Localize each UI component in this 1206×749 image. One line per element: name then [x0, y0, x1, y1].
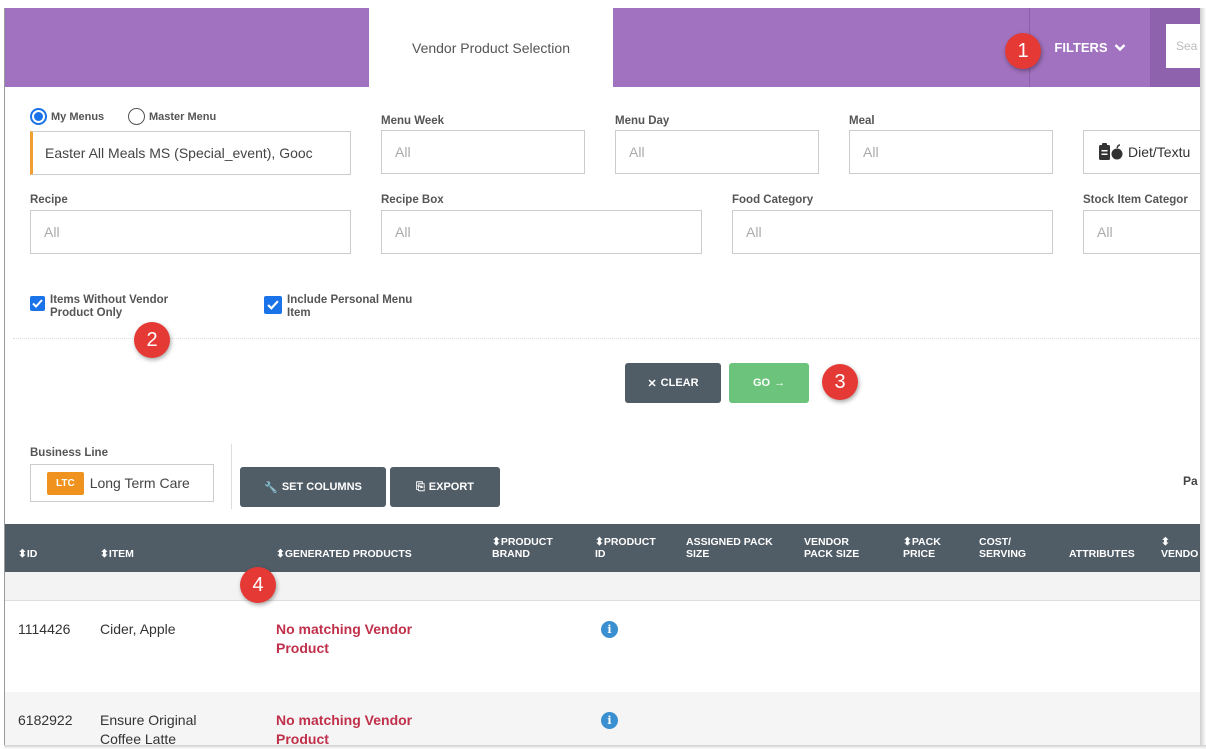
column-header-assigned-pack-size[interactable]: ASSIGNED PACK SIZE — [686, 536, 773, 560]
business-line-select[interactable]: LTC Long Term Care — [30, 464, 214, 502]
checkmark-icon — [264, 296, 282, 314]
column-header-attributes[interactable]: ATTRIBUTES — [1069, 548, 1135, 560]
recipe-box-select[interactable]: All — [381, 210, 702, 254]
chevron-down-icon — [1114, 44, 1125, 52]
radio-my-menus[interactable]: My Menus — [30, 108, 104, 125]
callout-badge-2: 2 — [134, 322, 170, 358]
food-category-select[interactable]: All — [732, 210, 1053, 254]
vertical-separator — [231, 444, 232, 509]
clipboard-apple-icon — [1099, 143, 1123, 160]
cell-id: 6182922 — [18, 712, 73, 728]
export-label: EXPORT — [428, 481, 475, 493]
clear-button[interactable]: ✕ CLEAR — [625, 363, 721, 403]
column-header-generated-products[interactable]: ⬍GENERATED PRODUCTS — [276, 548, 412, 560]
menu-select[interactable]: Easter All Meals MS (Special_event), Goo… — [30, 131, 351, 175]
column-header-product-brand[interactable]: ⬍PRODUCT BRAND — [492, 536, 553, 560]
close-icon: ✕ — [647, 377, 657, 390]
filters-label: FILTERS — [1054, 40, 1108, 55]
checkmark-icon — [30, 296, 45, 311]
tab-label: Vendor Product Selection — [412, 39, 570, 56]
business-line-label: Business Line — [30, 447, 108, 459]
checkbox-label-line1: Items Without Vendor — [50, 294, 169, 306]
sort-icon: ⬍ — [1161, 536, 1170, 548]
diet-texture-label: Diet/Textu — [1128, 144, 1191, 160]
sort-icon: ⬍ — [18, 548, 27, 560]
radio-unselected-icon — [128, 108, 145, 125]
checkbox-label-line1: Include Personal Menu — [287, 294, 413, 306]
tab-vendor-product-selection[interactable]: Vendor Product Selection — [369, 8, 613, 87]
sort-icon: ⬍ — [276, 548, 285, 560]
table-header: ⬍ID ⬍ITEM ⬍GENERATED PRODUCTS ⬍PRODUCT BR… — [5, 524, 1201, 572]
food-category-label: Food Category — [732, 194, 814, 206]
app-window: Vendor Product Selection FILTERS Sea My … — [4, 8, 1201, 746]
column-header-product-id[interactable]: ⬍PRODUCT ID — [595, 536, 656, 560]
recipe-box-label: Recipe Box — [381, 194, 444, 206]
recipe-select[interactable]: All — [30, 210, 351, 254]
ltc-badge: LTC — [47, 471, 84, 495]
callout-badge-4: 4 — [240, 567, 276, 603]
arrow-right-icon: → — [774, 377, 786, 389]
column-header-cost-serving[interactable]: COST/SERVING — [979, 536, 1026, 560]
cell-item: Cider, Apple — [100, 621, 176, 637]
sort-icon: ⬍ — [595, 536, 604, 548]
meal-select[interactable]: All — [849, 130, 1053, 174]
include-personal-menu-checkbox[interactable]: Include Personal Menu Item — [264, 294, 412, 320]
menu-day-select[interactable]: All — [615, 130, 819, 174]
column-header-pack-price[interactable]: ⬍PACK PRICE — [903, 536, 941, 560]
search-area: Sea — [1150, 8, 1201, 87]
cell-item: Ensure Original Coffee Latte — [100, 712, 197, 746]
go-button[interactable]: GO → — [729, 363, 809, 403]
wrench-icon: 🔧 — [264, 481, 278, 494]
info-icon[interactable]: i — [601, 712, 618, 729]
filters-toggle-button[interactable]: FILTERS — [1029, 8, 1150, 87]
menu-week-label: Menu Week — [381, 115, 445, 127]
cell-generated-products: No matching Vendor Product — [276, 621, 413, 656]
info-icon[interactable]: i — [601, 621, 618, 638]
cell-id: 1114426 — [18, 621, 71, 637]
column-header-id[interactable]: ⬍ID — [18, 548, 37, 560]
search-input[interactable]: Sea — [1166, 24, 1201, 68]
column-header-item[interactable]: ⬍ITEM — [100, 548, 134, 560]
radio-master-menu-label: Master Menu — [149, 110, 217, 123]
menu-week-select[interactable]: All — [381, 130, 585, 174]
checkbox-label-line2: Item — [287, 307, 311, 319]
window-shadow — [4, 745, 1206, 749]
callout-badge-1: 1 — [1005, 33, 1041, 69]
go-button-label: GO — [752, 377, 771, 389]
meal-label: Meal — [849, 115, 875, 127]
column-header-vendor-pack-size[interactable]: VENDOR PACK SIZE — [804, 536, 859, 560]
sort-icon: ⬍ — [903, 536, 912, 548]
menu-day-label: Menu Day — [615, 115, 670, 127]
checkbox-label-line2: Product Only — [50, 307, 123, 319]
table-row[interactable]: 1114426 Cider, Apple No matching Vendor P… — [5, 601, 1201, 693]
set-columns-button[interactable]: 🔧 SET COLUMNS — [240, 467, 386, 507]
table-row[interactable]: 6182922 Ensure Original Coffee Latte No m… — [5, 692, 1201, 746]
radio-my-menus-label: My Menus — [51, 110, 105, 123]
business-line-value: Long Term Care — [89, 475, 190, 491]
export-icon: ⎘ — [415, 480, 425, 493]
stock-item-category-label: Stock Item Categor — [1083, 194, 1188, 206]
window-shadow — [1200, 8, 1206, 749]
radio-master-menu[interactable]: Master Menu — [128, 108, 216, 125]
items-without-vendor-checkbox[interactable]: Items Without Vendor Product Only — [30, 294, 168, 320]
radio-selected-icon — [30, 108, 47, 125]
sort-icon: ⬍ — [100, 548, 109, 560]
stock-item-category-select[interactable]: All — [1083, 210, 1201, 254]
export-button[interactable]: ⎘ EXPORT — [390, 467, 500, 507]
pagination-label: Pa — [1183, 474, 1198, 488]
section-divider — [13, 338, 1201, 339]
callout-badge-3: 3 — [822, 364, 858, 400]
column-header-vendor[interactable]: ⬍ VENDO — [1161, 536, 1198, 560]
recipe-label: Recipe — [30, 194, 68, 206]
set-columns-label: SET COLUMNS — [281, 481, 362, 493]
clear-button-label: CLEAR — [660, 377, 699, 389]
sort-icon: ⬍ — [492, 536, 501, 548]
diet-texture-button[interactable]: Diet/Textu — [1083, 130, 1201, 174]
table-filter-row — [5, 572, 1201, 601]
cell-generated-products: No matching Vendor Product — [276, 712, 413, 746]
